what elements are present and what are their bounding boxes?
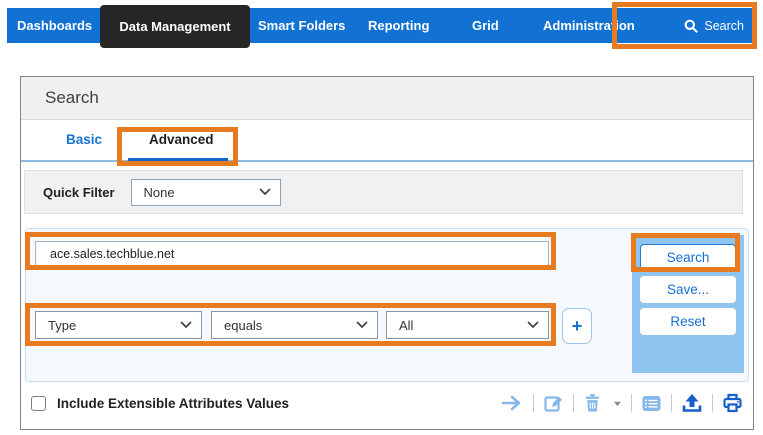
- advanced-tab-underline: [128, 158, 228, 162]
- trash-icon: [583, 393, 602, 413]
- nav-item-label: Administration: [543, 18, 635, 33]
- app-canvas: Dashboards Data Management Smart Folders…: [0, 0, 763, 435]
- filter-value-value: All: [399, 318, 413, 333]
- print-icon: [722, 393, 743, 413]
- edit-icon: [543, 393, 564, 414]
- filter-value-select[interactable]: All: [386, 311, 549, 339]
- nav-item-grid[interactable]: Grid: [472, 8, 499, 43]
- filter-panel: Type equals All + Searc: [25, 228, 749, 382]
- search-button[interactable]: Search: [640, 244, 736, 271]
- print-button[interactable]: [722, 393, 743, 413]
- go-button[interactable]: [500, 393, 524, 413]
- divider: [671, 394, 672, 412]
- nav-item-label: Data Management: [119, 19, 230, 34]
- nav-item-administration[interactable]: Administration: [543, 8, 635, 43]
- quick-filter-label: Quick Filter: [43, 185, 115, 200]
- delete-menu-caret[interactable]: [613, 400, 622, 407]
- nav-search-label: Search: [704, 19, 744, 33]
- upload-button[interactable]: [681, 393, 703, 413]
- magnifier-icon: [683, 18, 699, 34]
- filter-field-value: Type: [48, 318, 76, 333]
- quick-filter-select[interactable]: None: [131, 179, 281, 206]
- tab-advanced[interactable]: Advanced: [149, 132, 214, 147]
- delete-button[interactable]: [583, 393, 602, 413]
- filter-operator-value: equals: [224, 318, 262, 333]
- edit-button[interactable]: [543, 393, 564, 414]
- divider: [631, 394, 632, 412]
- plus-icon: +: [572, 316, 583, 337]
- nav-item-data-management[interactable]: Data Management: [100, 5, 250, 48]
- reset-button[interactable]: Reset: [640, 308, 736, 335]
- divider: [533, 394, 534, 412]
- nav-search[interactable]: Search: [683, 8, 744, 43]
- caret-down-icon: [613, 400, 622, 407]
- top-nav: Dashboards Data Management Smart Folders…: [7, 8, 756, 43]
- page-title: Search: [45, 88, 99, 108]
- chevron-down-icon: [527, 321, 539, 329]
- quick-filter-row: Quick Filter None: [24, 170, 743, 214]
- search-panel: Search Basic Advanced Quick Filter None …: [20, 76, 754, 430]
- filter-field-select[interactable]: Type: [35, 311, 202, 339]
- chevron-down-icon: [180, 321, 192, 329]
- chevron-down-icon: [356, 321, 368, 329]
- quick-filter-value: None: [144, 185, 175, 200]
- checkbox-label: Include Extensible Attributes Values: [57, 396, 289, 411]
- add-condition-button[interactable]: +: [562, 308, 592, 344]
- footer-row: Include Extensible Attributes Values: [21, 385, 753, 421]
- footer-icon-row: [500, 393, 743, 414]
- query-input[interactable]: [35, 241, 549, 267]
- nav-item-label: Grid: [472, 18, 499, 33]
- tabs-row: Basic Advanced: [21, 120, 753, 162]
- action-panel: Search Save... Reset: [632, 235, 744, 373]
- save-button[interactable]: Save...: [640, 276, 736, 303]
- extensible-attributes-checkbox[interactable]: [31, 396, 46, 411]
- nav-item-dashboards[interactable]: Dashboards: [17, 8, 92, 43]
- nav-item-reporting[interactable]: Reporting: [368, 8, 429, 43]
- arrow-right-icon: [500, 393, 524, 413]
- filter-operator-select[interactable]: equals: [211, 311, 378, 339]
- list-view-button[interactable]: [641, 394, 662, 413]
- divider: [573, 394, 574, 412]
- chevron-down-icon: [259, 188, 271, 196]
- nav-item-smart-folders[interactable]: Smart Folders: [258, 8, 345, 43]
- nav-item-label: Smart Folders: [258, 18, 345, 33]
- panel-header: Search: [21, 77, 753, 120]
- divider: [712, 394, 713, 412]
- checkbox-group: Include Extensible Attributes Values: [31, 396, 289, 411]
- list-icon: [641, 394, 662, 413]
- upload-icon: [681, 393, 703, 413]
- tab-basic[interactable]: Basic: [66, 132, 102, 147]
- nav-item-label: Dashboards: [17, 18, 92, 33]
- nav-item-label: Reporting: [368, 18, 429, 33]
